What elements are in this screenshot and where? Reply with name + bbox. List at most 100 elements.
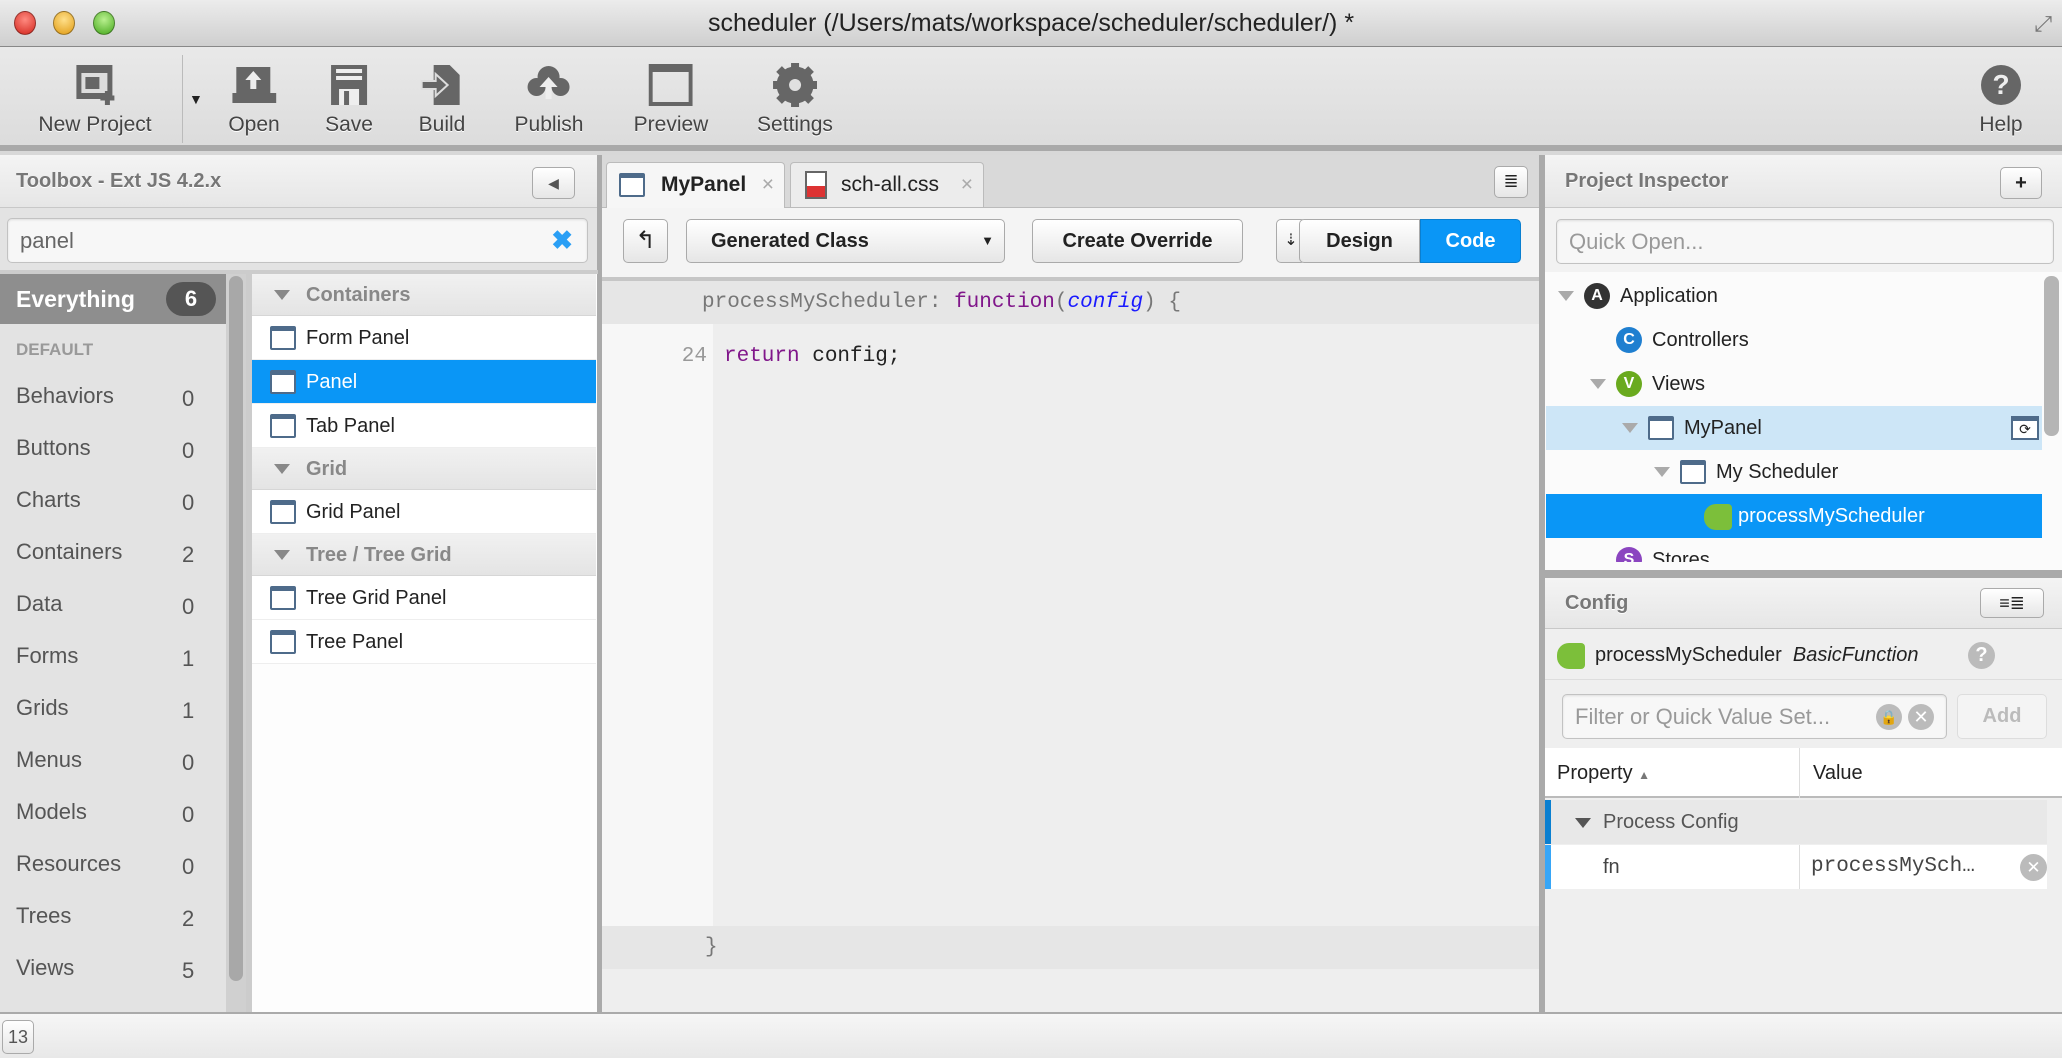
category-behaviors[interactable]: Behaviors 0 — [0, 370, 226, 422]
tab-sch-all-css[interactable]: sch-all.css × — [790, 162, 984, 207]
add-config-button[interactable]: Add — [1957, 694, 2047, 739]
category-label: Grids — [16, 695, 69, 720]
function-footer: } — [602, 926, 1539, 969]
add-button[interactable]: + — [2000, 167, 2042, 199]
category-data[interactable]: Data 0 — [0, 578, 226, 630]
tree-node-stores[interactable]: S Stores — [1546, 538, 2042, 562]
tree-node-views[interactable]: V Views — [1546, 362, 2042, 406]
panel-icon — [1680, 460, 1706, 484]
new-project-dropdown-arrow[interactable]: ▼ — [189, 91, 203, 107]
main-toolbar: New Project ▼ Open Save Build Publish Pr… — [0, 47, 2062, 151]
go-to-parent-button[interactable]: ↰ — [623, 219, 668, 263]
category-count: 2 — [182, 906, 195, 931]
property-name: fn — [1603, 856, 1620, 878]
component-form-panel[interactable]: Form Panel — [252, 316, 596, 360]
category-trees[interactable]: Trees 2 — [0, 890, 226, 942]
clear-filter-icon[interactable]: ✕ — [1908, 704, 1934, 730]
floppy-disk-icon — [331, 65, 367, 105]
settings-button[interactable]: Settings — [757, 47, 833, 151]
config-panel: Config ≡≣ processMyScheduler BasicFuncti… — [1545, 578, 2062, 1012]
tab-menu-button[interactable]: ≣ — [1494, 166, 1528, 198]
open-button[interactable]: Open — [228, 47, 280, 151]
panel-icon — [1648, 416, 1674, 440]
category-containers[interactable]: Containers 2 — [0, 526, 226, 578]
tree-node-my-scheduler[interactable]: My Scheduler — [1546, 450, 2042, 494]
class-select[interactable]: Generated Class ▼ — [686, 219, 1005, 263]
toolbox-search-input[interactable]: panel ✖ — [7, 218, 588, 263]
config-group-process-config[interactable]: Process Config — [1545, 800, 2047, 844]
category-charts[interactable]: Charts 0 — [0, 474, 226, 526]
code-line: return config; — [724, 345, 900, 368]
help-icon[interactable]: ? — [1968, 642, 1995, 669]
component-grid-panel[interactable]: Grid Panel — [252, 490, 596, 534]
splitter[interactable] — [1545, 570, 2062, 578]
component-tab-panel[interactable]: Tab Panel — [252, 404, 596, 448]
group-header[interactable]: Grid — [252, 448, 596, 490]
config-row-fn[interactable]: fn processMySch… ✕ — [1545, 845, 2047, 889]
clear-search-icon[interactable]: ✖ — [551, 219, 573, 262]
minimize-window-button[interactable] — [53, 11, 75, 35]
category-everything[interactable]: Everything 6 — [0, 274, 226, 324]
stores-icon: S — [1616, 547, 1642, 562]
clear-value-icon[interactable]: ✕ — [2020, 854, 2047, 881]
component-panel[interactable]: Panel — [252, 360, 596, 404]
group-header[interactable]: Containers — [252, 274, 596, 316]
tree-node-application[interactable]: A Application — [1546, 274, 2042, 318]
splitter[interactable] — [598, 155, 602, 1012]
sort-asc-icon: ▲ — [1638, 768, 1651, 782]
group-header[interactable]: Tree / Tree Grid — [252, 534, 596, 576]
close-tab-icon[interactable]: × — [762, 163, 774, 207]
line-number: 24 — [681, 345, 707, 368]
error-count-button[interactable]: 13 — [2, 1020, 34, 1054]
lock-icon[interactable]: 🔒 — [1876, 704, 1902, 730]
tab-mypanel[interactable]: MyPanel × — [606, 162, 785, 209]
view-toggle-button[interactable]: ≡≣ — [1980, 588, 2044, 618]
component-tree-panel[interactable]: Tree Panel — [252, 620, 596, 664]
category-forms[interactable]: Forms 1 — [0, 630, 226, 682]
refresh-icon[interactable]: ⟳ — [2011, 416, 2039, 440]
collapse-toolbox-button[interactable]: ◀ — [532, 167, 575, 199]
quick-open-input[interactable]: Quick Open... — [1556, 219, 2054, 264]
build-button[interactable]: Build — [419, 47, 465, 151]
fullscreen-icon[interactable]: ⤢ — [2034, 0, 2052, 47]
tree-node-mypanel[interactable]: MyPanel ⟳ — [1546, 406, 2042, 450]
function-icon — [1704, 504, 1732, 530]
folder-open-icon — [232, 67, 276, 103]
expand-icon[interactable] — [1590, 379, 1606, 389]
expand-icon[interactable] — [1622, 423, 1638, 433]
design-mode-button[interactable]: Design — [1299, 219, 1420, 263]
collapse-icon — [274, 464, 290, 474]
category-buttons[interactable]: Buttons 0 — [0, 422, 226, 474]
category-label: Trees — [16, 903, 72, 928]
code-mode-button[interactable]: Code — [1420, 219, 1521, 263]
code-editor[interactable]: processMyScheduler: function(config) { 2… — [602, 281, 1539, 1012]
category-grids[interactable]: Grids 1 — [0, 682, 226, 734]
property-column-header[interactable]: Property ▲ — [1557, 748, 1650, 800]
config-filter-input[interactable]: Filter or Quick Value Set... 🔒 ✕ — [1562, 694, 1947, 739]
close-tab-icon[interactable]: × — [961, 163, 973, 207]
expand-icon[interactable] — [1558, 291, 1574, 301]
value-column-header[interactable]: Value — [1813, 748, 1863, 798]
new-project-button[interactable]: New Project — [38, 47, 152, 151]
keyword: function — [954, 291, 1055, 314]
category-views[interactable]: Views 5 — [0, 942, 226, 994]
category-resources[interactable]: Resources 0 — [0, 838, 226, 890]
brace: ) { — [1143, 291, 1181, 314]
help-button[interactable]: ? Help — [1979, 47, 2023, 151]
create-override-button[interactable]: Create Override — [1032, 219, 1243, 263]
preview-button[interactable]: Preview — [634, 47, 708, 151]
tree-node-processmyscheduler[interactable]: processMyScheduler — [1546, 494, 2042, 538]
category-menus[interactable]: Menus 0 — [0, 734, 226, 786]
category-scrollbar[interactable] — [226, 274, 246, 1012]
save-button[interactable]: Save — [325, 47, 373, 151]
expand-icon[interactable] — [1654, 467, 1670, 477]
publish-button[interactable]: Publish — [515, 47, 583, 151]
close-window-button[interactable] — [14, 11, 36, 35]
panel-icon — [619, 173, 645, 197]
tree-scrollbar[interactable] — [2044, 276, 2059, 436]
tree-node-controllers[interactable]: C Controllers — [1546, 318, 2042, 362]
component-tree-grid-panel[interactable]: Tree Grid Panel — [252, 576, 596, 620]
zoom-window-button[interactable] — [93, 11, 115, 35]
category-models[interactable]: Models 0 — [0, 786, 226, 838]
toolbar-divider — [182, 55, 183, 143]
